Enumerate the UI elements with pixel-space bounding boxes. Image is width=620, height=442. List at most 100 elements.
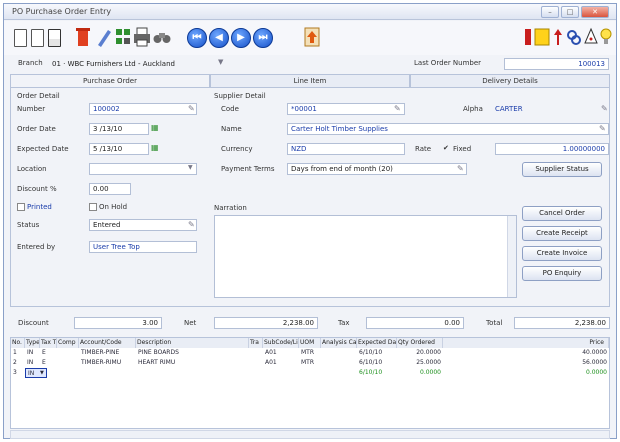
line-items-grid[interactable]: No. Type Tax T Comp Account/Code Descrip… — [10, 337, 610, 429]
column-header[interactable]: Tax T — [40, 338, 57, 348]
chevron-down-icon[interactable]: ▼ — [38, 368, 46, 378]
alert-icon[interactable] — [566, 27, 582, 47]
totals-discount-field[interactable]: 3.00 — [74, 317, 162, 329]
order-number-field[interactable]: 100002 — [89, 103, 197, 115]
grid-cell[interactable]: 0.0000 — [443, 368, 609, 378]
expected-date-field[interactable]: 5 /13/10 — [89, 143, 149, 155]
status-field[interactable]: Entered — [89, 219, 197, 231]
grid-cell[interactable]: TIMBER-PINE — [79, 348, 136, 358]
narration-scrollbar[interactable] — [507, 216, 516, 297]
column-header[interactable]: Type — [25, 338, 40, 348]
supplier-name-field[interactable]: Carter Holt Timber Supplies — [287, 123, 609, 135]
on-hold-checkbox[interactable] — [89, 203, 97, 211]
column-header[interactable]: Analysis Cat — [321, 338, 357, 348]
grid-cell[interactable]: IN — [25, 348, 40, 358]
create-invoice-button[interactable]: Create Invoice — [522, 246, 602, 261]
grid-cell[interactable]: IN — [25, 358, 40, 368]
grid-cell[interactable]: 6/10/10 — [357, 348, 397, 358]
maximize-button[interactable]: □ — [561, 6, 579, 18]
grid-cell[interactable]: MTR — [299, 348, 321, 358]
grid-cell[interactable]: 0.0000 — [397, 368, 443, 378]
grid-cell[interactable]: E — [40, 348, 57, 358]
link-icon[interactable] — [552, 27, 564, 47]
calendar-icon[interactable]: ▦ — [151, 143, 159, 152]
totals-total-field[interactable]: 2,238.00 — [514, 317, 610, 329]
grid-cell[interactable]: 6/10/10 — [357, 358, 397, 368]
last-record-icon[interactable]: ⏭ — [253, 28, 273, 48]
grid-cell[interactable]: 25.0000 — [397, 358, 443, 368]
column-header[interactable]: UOM — [299, 338, 321, 348]
grid-cell[interactable]: 40.0000 — [443, 348, 609, 358]
column-header[interactable]: SubCode/Li — [263, 338, 299, 348]
alpha-field[interactable]: CARTER — [491, 103, 609, 115]
grid-cell[interactable]: HEART RIMU — [136, 358, 249, 368]
fixed-checkbox[interactable]: ✔ — [443, 144, 449, 152]
tab-purchase-order[interactable]: Purchase Order — [10, 74, 210, 87]
column-header[interactable]: Qty Ordered — [397, 338, 443, 348]
grid-icon[interactable] — [115, 27, 131, 47]
grid-cell[interactable]: 56.0000 — [443, 358, 609, 368]
column-header[interactable]: Account/Code — [79, 338, 136, 348]
cancel-order-button[interactable]: Cancel Order — [522, 206, 602, 221]
lookup-icon[interactable]: ✎ — [394, 104, 401, 113]
supplier-code-field[interactable]: *00001 — [287, 103, 405, 115]
export-icon[interactable] — [304, 27, 320, 47]
lookup-icon[interactable]: ✎ — [599, 124, 606, 133]
edit-icon[interactable] — [96, 27, 112, 47]
grid-cell[interactable]: E — [40, 358, 57, 368]
totals-tax-field[interactable]: 0.00 — [366, 317, 464, 329]
print-icon[interactable] — [133, 27, 151, 47]
flag-icon[interactable] — [534, 27, 550, 47]
lookup-icon[interactable]: ✎ — [601, 104, 608, 113]
po-enquiry-button[interactable]: PO Enquiry — [522, 266, 602, 281]
lookup-icon[interactable]: ✎ — [188, 220, 195, 229]
calendar-icon[interactable]: ▦ — [151, 123, 159, 132]
close-button[interactable]: ✕ — [581, 6, 609, 18]
grid-cell[interactable]: PINE BOARDS — [136, 348, 249, 358]
location-select[interactable] — [89, 163, 197, 175]
grid-cell[interactable]: A01 — [263, 348, 299, 358]
entered-by-field[interactable]: User Tree Top — [89, 241, 197, 253]
column-header[interactable]: Comp — [57, 338, 79, 348]
grid-cell[interactable]: 20.0000 — [397, 348, 443, 358]
create-receipt-button[interactable]: Create Receipt — [522, 226, 602, 241]
chevron-down-icon[interactable]: ▼ — [188, 164, 193, 171]
order-date-field[interactable]: 3 /13/10 — [89, 123, 149, 135]
grid-horizontal-scrollbar[interactable] — [10, 430, 610, 439]
grid-cell[interactable]: MTR — [299, 358, 321, 368]
printed-checkbox[interactable] — [17, 203, 25, 211]
first-record-icon[interactable]: ⏮ — [187, 28, 207, 48]
totals-net-field[interactable]: 2,238.00 — [214, 317, 318, 329]
discount-field[interactable]: 0.00 — [89, 183, 131, 195]
supplier-status-button[interactable]: Supplier Status — [522, 162, 602, 177]
last-order-field[interactable]: 100013 — [504, 58, 609, 70]
grid-cell[interactable]: 1 — [11, 348, 25, 358]
branch-select[interactable]: 01 · WBC Furnishers Ltd - Auckland — [48, 58, 226, 70]
lookup-icon[interactable]: ✎ — [188, 104, 195, 113]
binoculars-icon[interactable] — [153, 29, 171, 45]
notes-icon[interactable] — [524, 27, 532, 47]
grid-cell[interactable]: TIMBER-RIMU — [79, 358, 136, 368]
tab-line-item[interactable]: Line Item — [210, 74, 410, 87]
delete-icon[interactable] — [76, 27, 90, 47]
column-header[interactable]: Tra — [249, 338, 263, 348]
next-record-icon[interactable]: ▶ — [231, 28, 251, 48]
column-header[interactable]: Expected Date — [357, 338, 397, 348]
open-doc-icon[interactable] — [31, 29, 44, 47]
rate-field[interactable]: 1.00000000 — [495, 143, 609, 155]
lightbulb-icon[interactable] — [600, 27, 612, 47]
hint-icon[interactable] — [584, 27, 598, 47]
column-header[interactable]: Price — [443, 338, 609, 348]
save-doc-icon[interactable] — [48, 29, 61, 47]
payment-terms-field[interactable]: Days from end of month (20) — [287, 163, 467, 175]
narration-textarea[interactable] — [214, 215, 517, 298]
grid-cell[interactable]: A01 — [263, 358, 299, 368]
grid-cell[interactable]: 3 — [11, 368, 25, 378]
minimize-button[interactable]: – — [541, 6, 559, 18]
currency-field[interactable]: NZD — [287, 143, 405, 155]
lookup-icon[interactable]: ✎ — [457, 164, 464, 173]
tab-delivery-details[interactable]: Delivery Details — [410, 74, 610, 87]
chevron-down-icon[interactable]: ▼ — [218, 58, 223, 66]
new-doc-icon[interactable] — [14, 29, 27, 47]
column-header[interactable]: No. — [11, 338, 25, 348]
